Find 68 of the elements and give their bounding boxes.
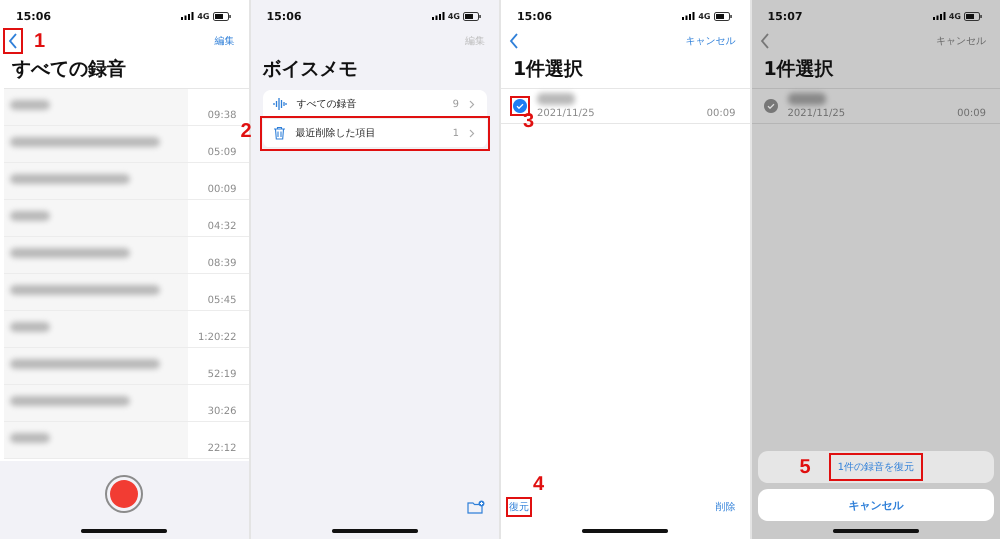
signal-icon	[682, 12, 696, 20]
duration-label: 1:20:22	[198, 332, 236, 343]
duration-label: 00:09	[706, 108, 736, 119]
screen-title: ボイスメモ	[262, 57, 358, 82]
redacted-text	[10, 211, 50, 221]
step-number: 4	[533, 474, 544, 494]
duration-label: 05:09	[208, 147, 236, 158]
signal-icon	[432, 12, 445, 20]
network-label: 4G	[448, 12, 460, 20]
battery-icon	[212, 12, 230, 20]
screen-title: 1件選択	[512, 57, 584, 82]
redacted-text	[10, 433, 50, 443]
status-time: 15:07	[768, 10, 803, 22]
checkbox[interactable]	[513, 99, 527, 113]
duration-label: 52:19	[208, 369, 236, 380]
recording-row[interactable]: 1:20:22	[4, 311, 248, 348]
duration-label: 05:45	[208, 295, 236, 306]
status-time: 15:06	[266, 10, 302, 22]
screen-title: すべての録音	[11, 57, 127, 82]
waveform-icon	[272, 97, 286, 111]
network-label: 4G	[698, 12, 710, 20]
checkbox[interactable]	[764, 99, 778, 113]
redacted-text	[10, 100, 50, 110]
cancel-button[interactable]: キャンセル	[686, 34, 736, 48]
battery-icon	[714, 12, 732, 20]
signal-icon	[181, 12, 194, 20]
battery-icon	[463, 12, 481, 20]
redacted-text	[788, 93, 826, 105]
redacted-text	[537, 93, 575, 105]
status-time: 15:06	[16, 10, 52, 22]
cancel-button[interactable]: キャンセル	[936, 34, 986, 48]
delete-button[interactable]: 削除	[716, 500, 736, 514]
new-folder-icon[interactable]	[467, 500, 485, 514]
duration-label: 00:09	[208, 184, 236, 195]
restore-button[interactable]: 復元	[509, 500, 529, 514]
recording-row[interactable]: 08:39	[4, 237, 248, 274]
network-label: 4G	[948, 12, 961, 20]
duration-label: 30:26	[208, 406, 236, 417]
duration-label: 08:39	[208, 258, 236, 269]
recording-row[interactable]: 00:09	[4, 163, 248, 200]
status-time: 15:06	[517, 10, 552, 22]
duration-label: 22:12	[208, 443, 236, 454]
network-label: 4G	[197, 12, 210, 20]
date-label: 2021/11/25	[788, 108, 846, 119]
trash-icon	[272, 126, 286, 140]
step-number: 5	[800, 457, 811, 477]
battery-icon	[964, 12, 982, 20]
date-label: 2021/11/25	[537, 108, 595, 119]
chevron-icon	[469, 128, 475, 138]
duration-label: 00:09	[957, 108, 986, 119]
chevron-icon	[469, 100, 475, 108]
back-icon[interactable]	[6, 31, 20, 51]
recording-row[interactable]: 22:12	[4, 422, 248, 459]
step-number: 1	[34, 31, 46, 51]
recording-row[interactable]: 05:45	[4, 274, 248, 311]
record-button[interactable]	[105, 475, 144, 513]
recording-row[interactable]: 04:32	[4, 200, 248, 237]
folder-row[interactable]: すべての録音 9	[262, 90, 487, 119]
folder-row[interactable]: 最近削除した項目 1	[262, 119, 487, 148]
cancel-button[interactable]: キャンセル	[758, 489, 994, 521]
screen-title: 1件選択	[762, 57, 835, 82]
edit-button[interactable]: 編集	[214, 34, 234, 48]
redacted-text	[10, 322, 50, 332]
signal-icon	[932, 12, 946, 20]
duration-label: 04:32	[208, 221, 236, 232]
recording-row[interactable]: 30:26	[4, 385, 248, 422]
recording-row[interactable]: 52:19	[4, 348, 248, 385]
duration-label: 09:38	[208, 110, 236, 121]
